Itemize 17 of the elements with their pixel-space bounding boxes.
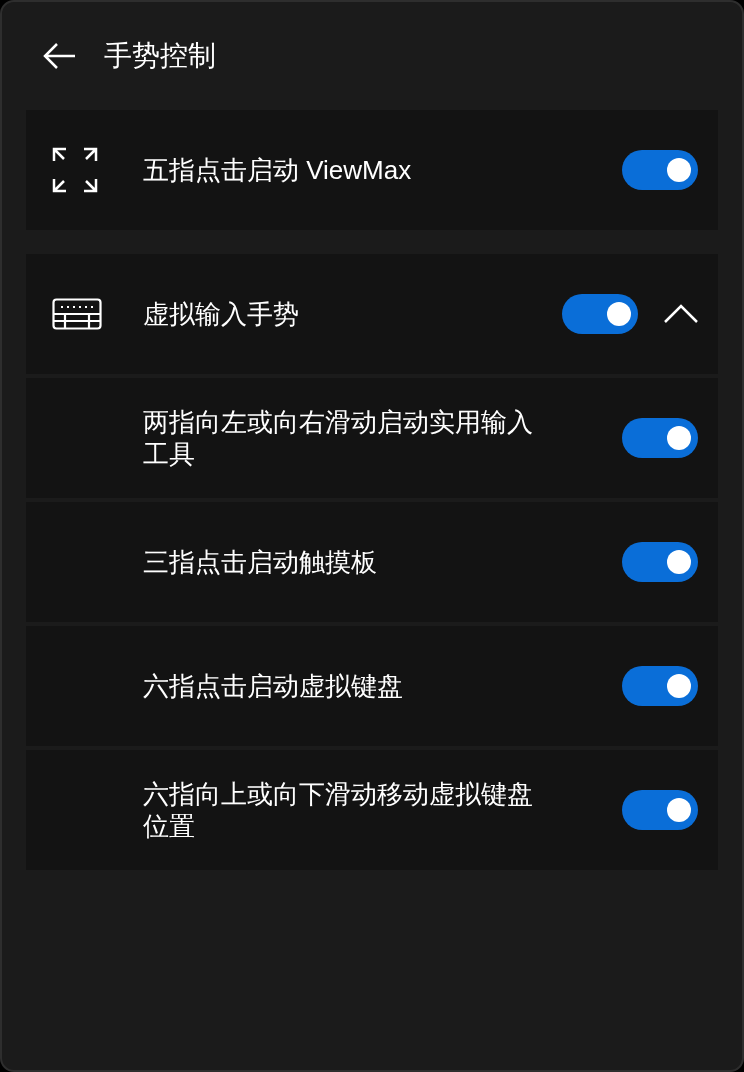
- setting-label: 五指点击启动 ViewMax: [143, 154, 413, 186]
- chevron-up-icon[interactable]: [664, 304, 698, 324]
- keyboard-icon: [52, 298, 102, 330]
- toggle-switch[interactable]: [622, 418, 698, 458]
- toggle-switch[interactable]: [622, 790, 698, 830]
- setting-label: 两指向左或向右滑动启动实用输入工具: [143, 406, 534, 470]
- back-button[interactable]: [42, 42, 76, 70]
- expand-arrows-icon: [52, 147, 98, 193]
- setting-label: 六指向上或向下滑动移动虚拟键盘位置: [143, 778, 534, 842]
- setting-label: 虚拟输入手势: [143, 298, 300, 330]
- setting-label: 六指点击启动虚拟键盘: [143, 670, 404, 702]
- toggle-switch[interactable]: [622, 150, 698, 190]
- setting-label: 三指点击启动触摸板: [143, 546, 378, 578]
- page-title: 手势控制: [104, 39, 216, 73]
- toggle-switch[interactable]: [622, 666, 698, 706]
- toggle-switch[interactable]: [622, 542, 698, 582]
- toggle-switch[interactable]: [562, 294, 638, 334]
